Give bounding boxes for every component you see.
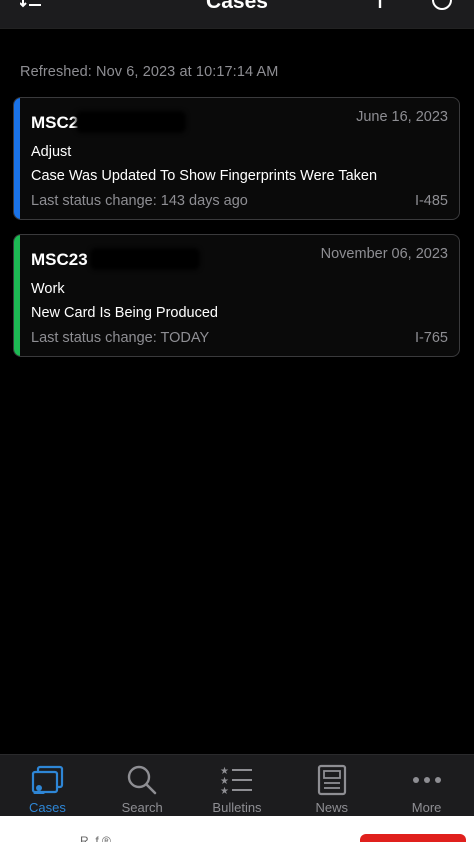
news-icon bbox=[317, 764, 346, 796]
case-form-number: I-765 bbox=[414, 330, 448, 346]
tab-bulletins[interactable]: ★ ★ ★ Bulletins bbox=[190, 755, 285, 817]
case-status: New Card Is Being Produced bbox=[31, 305, 218, 321]
tab-label: News bbox=[315, 800, 349, 815]
case-type: Adjust bbox=[31, 144, 72, 160]
ad-button[interactable] bbox=[360, 834, 466, 842]
add-icon[interactable] bbox=[375, 0, 385, 8]
svg-text:★: ★ bbox=[220, 786, 229, 797]
case-card[interactable]: MSC23 November 06, 2023 Work New Card Is… bbox=[13, 234, 460, 357]
tab-more[interactable]: More bbox=[379, 755, 474, 817]
case-receipt-number: MSC2 bbox=[31, 113, 79, 132]
tab-cases[interactable]: Cases bbox=[0, 755, 95, 817]
case-accent-bar bbox=[14, 235, 20, 356]
case-accent-bar bbox=[14, 98, 20, 219]
cases-icon bbox=[32, 765, 64, 794]
case-last-status-change: Last status change: TODAY bbox=[31, 330, 210, 346]
bulletins-icon: ★ ★ ★ bbox=[220, 766, 252, 797]
tab-label: Bulletins bbox=[212, 800, 262, 815]
case-form-number: I-485 bbox=[414, 193, 448, 209]
case-last-status-change: Last status change: 143 days ago bbox=[31, 193, 248, 209]
redaction-mark bbox=[76, 111, 186, 133]
case-type: Work bbox=[31, 281, 65, 297]
ad-text: R..f ® bbox=[80, 834, 111, 842]
more-icon bbox=[412, 777, 441, 783]
tab-search[interactable]: Search bbox=[95, 755, 190, 817]
search-icon bbox=[127, 765, 157, 795]
case-status: Case Was Updated To Show Fingerprints We… bbox=[31, 168, 378, 184]
case-receipt-number: MSC23 bbox=[31, 250, 88, 269]
ad-banner[interactable]: R..f ® bbox=[0, 816, 474, 842]
tab-news[interactable]: News bbox=[284, 755, 379, 817]
case-card[interactable]: MSC2 June 16, 2023 Adjust Case Was Updat… bbox=[13, 97, 460, 220]
app-screen: Cases Refreshed: Nov 6, 2023 at 10:17:14… bbox=[0, 0, 474, 842]
tab-bar: Cases Search ★ ★ ★ Bulletins News More bbox=[0, 754, 474, 817]
refreshed-timestamp: Refreshed: Nov 6, 2023 at 10:17:14 AM bbox=[20, 64, 279, 80]
tab-label: More bbox=[411, 800, 442, 815]
navigation-bar: Cases bbox=[0, 0, 474, 29]
case-date: June 16, 2023 bbox=[356, 109, 448, 125]
redaction-mark bbox=[90, 248, 200, 270]
tab-label: Search bbox=[121, 800, 163, 815]
tab-label: Cases bbox=[28, 800, 66, 815]
page-title: Cases bbox=[206, 0, 268, 13]
refresh-icon[interactable] bbox=[430, 0, 454, 12]
case-date: November 06, 2023 bbox=[320, 246, 448, 262]
